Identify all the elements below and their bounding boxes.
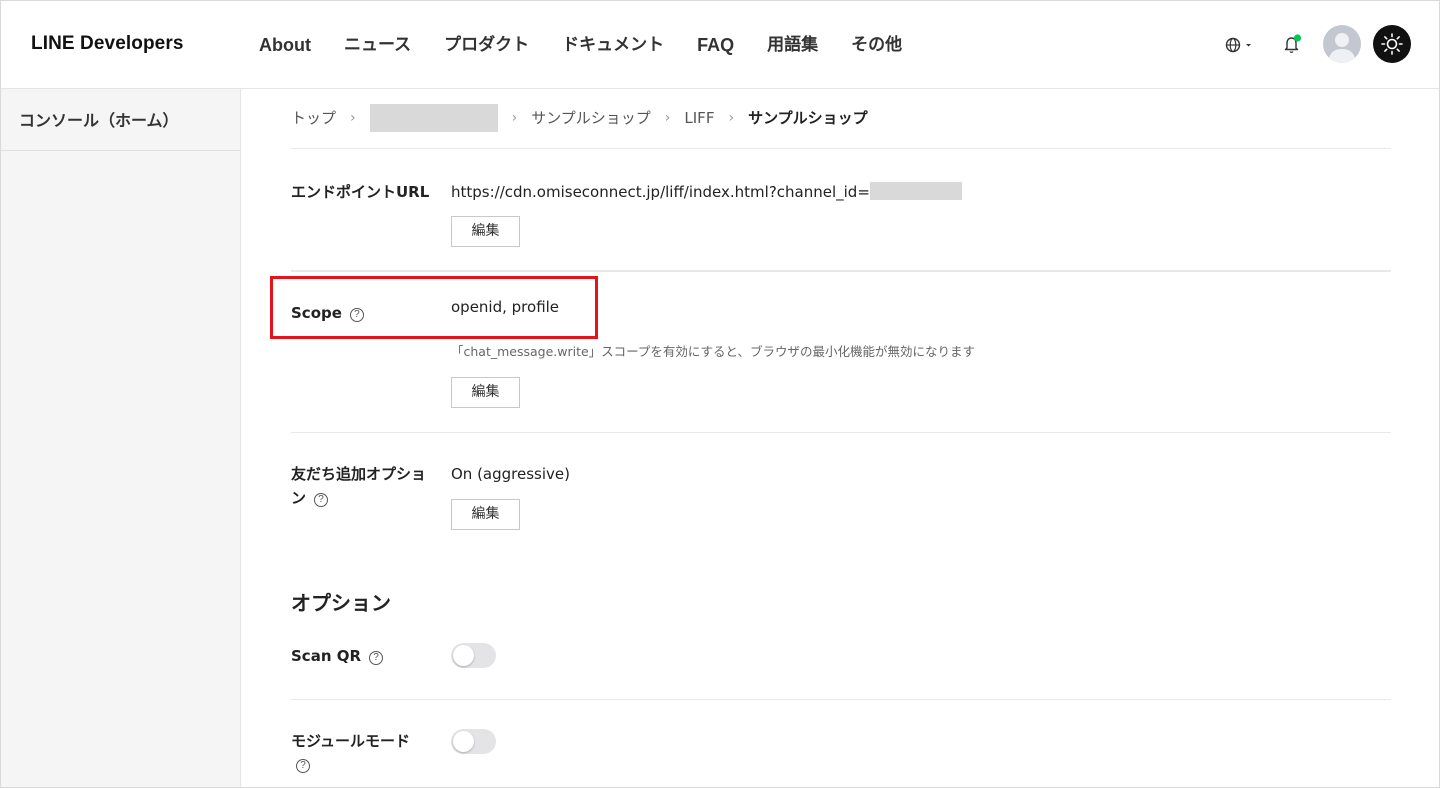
- nav-faq[interactable]: FAQ: [697, 31, 734, 59]
- help-icon[interactable]: ?: [369, 651, 384, 665]
- sidebar-item-console-home[interactable]: コンソール（ホーム）: [1, 89, 240, 151]
- chevron-right-icon: ›: [350, 109, 356, 126]
- nav-glossary[interactable]: 用語集: [767, 31, 818, 59]
- nav-more[interactable]: その他: [851, 31, 902, 59]
- module-mode-label: モジュールモード: [291, 732, 410, 750]
- breadcrumb-liff[interactable]: LIFF: [684, 109, 714, 127]
- user-silhouette-icon: [1328, 33, 1356, 63]
- breadcrumb: トップ › › サンプルショップ › LIFF › サンプルショップ: [291, 89, 1391, 149]
- app-window: LINE Developers About ニュース プロダクト ドキュメント …: [0, 0, 1440, 788]
- chevron-right-icon: ›: [664, 109, 671, 126]
- scan-qr-label: Scan QR?: [291, 644, 384, 668]
- help-icon[interactable]: ?: [314, 493, 329, 507]
- friend-option-value: On (aggressive): [451, 465, 570, 483]
- toggle-knob: [453, 731, 474, 752]
- sidebar: コンソール（ホーム）: [1, 89, 241, 787]
- toggle-knob: [453, 645, 474, 666]
- user-avatar[interactable]: [1323, 25, 1361, 63]
- endpoint-url-text: https://cdn.omiseconnect.jp/liff/index.h…: [451, 183, 870, 201]
- chevron-right-icon: ›: [511, 109, 518, 126]
- caret-down-icon: [1246, 44, 1251, 47]
- sun-icon: [1381, 33, 1403, 55]
- notification-dot: [1293, 34, 1302, 42]
- main-nav: About ニュース プロダクト ドキュメント FAQ 用語集 その他: [259, 31, 935, 59]
- nav-news[interactable]: ニュース: [344, 31, 411, 59]
- site-logo[interactable]: LINE Developers: [31, 33, 184, 55]
- nav-documents[interactable]: ドキュメント: [562, 31, 664, 59]
- scope-highlight-box: [270, 276, 598, 339]
- top-header: LINE Developers About ニュース プロダクト ドキュメント …: [1, 1, 1439, 89]
- scope-hint: 「chat_message.write」スコープを有効にすると、ブラウザの最小化…: [451, 344, 976, 359]
- scope-edit-button[interactable]: 編集: [451, 377, 520, 408]
- breadcrumb-channel[interactable]: サンプルショップ: [531, 107, 651, 128]
- friend-option-label-line2: ン?: [291, 486, 329, 510]
- language-selector[interactable]: [1223, 35, 1253, 55]
- globe-icon: [1225, 37, 1251, 53]
- endpoint-edit-button[interactable]: 編集: [451, 216, 520, 247]
- scan-qr-toggle[interactable]: [451, 643, 496, 668]
- breadcrumb-current: サンプルショップ: [748, 109, 868, 127]
- notifications-button[interactable]: [1281, 33, 1303, 55]
- friend-option-label-text: ン: [291, 489, 307, 507]
- endpoint-url-label: エンドポイントURL: [291, 183, 430, 201]
- help-icon[interactable]: ?: [296, 759, 310, 773]
- redacted-provider-name[interactable]: [369, 103, 498, 132]
- divider: [291, 432, 1391, 433]
- endpoint-url-row: [291, 149, 1391, 271]
- nav-about[interactable]: About: [259, 31, 311, 59]
- theme-toggle-button[interactable]: [1373, 25, 1411, 63]
- module-mode-toggle[interactable]: [451, 729, 496, 754]
- friend-option-edit-button[interactable]: 編集: [451, 499, 520, 530]
- nav-products[interactable]: プロダクト: [444, 31, 529, 59]
- breadcrumb-top[interactable]: トップ: [291, 107, 336, 128]
- bell-icon: [1284, 34, 1302, 53]
- scan-qr-label-text: Scan QR: [291, 647, 362, 665]
- endpoint-url-value: https://cdn.omiseconnect.jp/liff/index.h…: [451, 180, 962, 204]
- options-section-title: オプション: [291, 591, 391, 615]
- divider: [291, 699, 1391, 700]
- divider: [291, 271, 1391, 272]
- friend-option-label-line1: 友だち追加オプショ: [291, 465, 427, 483]
- redacted-channel-id: [869, 182, 962, 200]
- chevron-right-icon: ›: [728, 109, 735, 126]
